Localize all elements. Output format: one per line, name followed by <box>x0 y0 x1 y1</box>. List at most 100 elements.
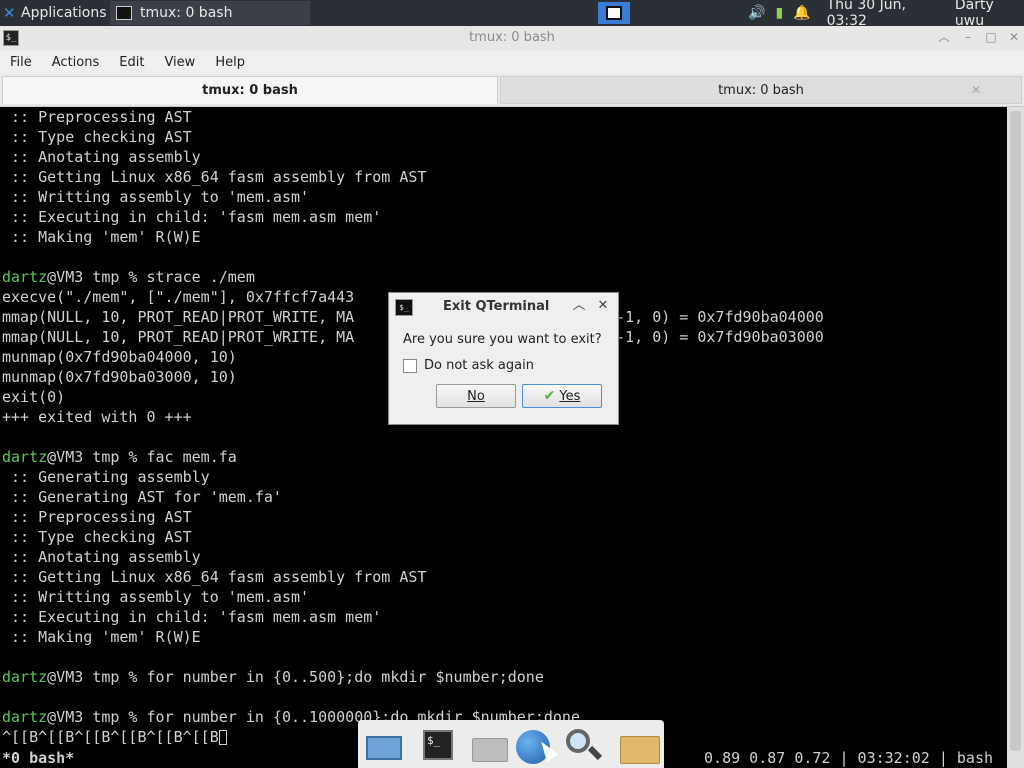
terminal-line: :: Writting assembly to 'mem.asm' <box>2 587 824 607</box>
volume-icon[interactable]: 🔊 <box>748 5 765 21</box>
maximize-button[interactable]: □ <box>983 29 999 45</box>
yes-button[interactable]: ✔ Yes <box>522 384 602 408</box>
tab-label: tmux: 0 bash <box>202 83 298 98</box>
folder-icon <box>620 736 660 764</box>
output-text: :: Making 'mem' R(W)E <box>2 228 201 246</box>
tab-1[interactable]: tmux: 0 bash <box>2 76 498 104</box>
menu-help[interactable]: Help <box>205 55 255 70</box>
terminal-line: :: Making 'mem' R(W)E <box>2 227 824 247</box>
terminal-icon: $_ <box>423 730 453 760</box>
output-text: :: Preprocessing AST <box>2 108 192 126</box>
terminal-line: :: Getting Linux x86_64 fasm assembly fr… <box>2 567 824 587</box>
user-name[interactable]: Darty uwu <box>955 0 1024 29</box>
applications-menu[interactable]: ✕ Applications <box>0 0 107 26</box>
terminal-icon: $_ <box>395 299 413 316</box>
terminal-line: dartz@VM3 tmp % strace ./mem <box>2 267 824 287</box>
xfce-logo-icon: ✕ <box>3 4 16 22</box>
prompt-command: @VM3 tmp % strace ./mem <box>47 268 255 286</box>
window-titlebar[interactable]: $_ tmux: 0 bash ︿ – □ ✕ <box>0 26 1024 51</box>
dock-item-desktop[interactable] <box>364 726 404 764</box>
terminal-output[interactable]: :: Preprocessing AST :: Type checking AS… <box>0 107 1007 768</box>
close-button[interactable]: ✕ <box>1006 29 1022 45</box>
output-text: +++ exited with 0 +++ <box>2 408 192 426</box>
yes-button-label: Yes <box>559 388 581 404</box>
output-text: :: Writting assembly to 'mem.asm' <box>2 188 310 206</box>
output-text: :: Type checking AST <box>2 528 192 546</box>
output-text: :: Getting Linux x86_64 fasm assembly fr… <box>2 568 427 586</box>
checkbox-box[interactable] <box>403 358 417 373</box>
menubar: File Actions Edit View Help <box>0 50 1024 74</box>
terminal-line: :: Anotating assembly <box>2 547 824 567</box>
search-icon <box>566 729 590 753</box>
output-text: :: Making 'mem' R(W)E <box>2 628 201 646</box>
output-text: :: Preprocessing AST <box>2 508 192 526</box>
checkbox-label: Do not ask again <box>424 358 534 373</box>
output-text: :: Getting Linux x86_64 fasm assembly fr… <box>2 168 427 186</box>
prompt-user: dartz <box>2 668 48 686</box>
tmux-window-name: *0 bash* <box>2 749 75 767</box>
minimize-button[interactable]: – <box>960 29 976 45</box>
output-text: exit(0) <box>2 388 66 406</box>
menu-edit[interactable]: Edit <box>109 55 154 70</box>
workspace-switcher[interactable] <box>598 2 630 24</box>
chevron-up-icon[interactable]: ︿ <box>571 298 587 314</box>
do-not-ask-checkbox[interactable]: Do not ask again <box>403 358 534 373</box>
battery-icon[interactable]: ▮ <box>775 5 783 21</box>
exit-dialog: $_ Exit QTerminal ︿ ✕ Are you sure you w… <box>388 292 619 425</box>
terminal-lines: :: Preprocessing AST :: Type checking AS… <box>2 107 824 747</box>
dialog-question: Are you sure you want to exit? <box>403 332 602 347</box>
scrollbar[interactable] <box>1007 107 1024 768</box>
no-button[interactable]: No <box>436 384 516 408</box>
terminal-line: :: Executing in child: 'fasm mem.asm mem… <box>2 207 824 227</box>
terminal-line: :: Preprocessing AST <box>2 507 824 527</box>
tab-2[interactable]: tmux: 0 bash ✕ <box>500 76 1022 104</box>
output-text: munmap(0x7fd90ba03000, 10) <box>2 368 237 386</box>
dock: $_ <box>358 720 664 768</box>
dock-item-files[interactable] <box>618 726 660 764</box>
clock[interactable]: Thu 30 Jun, 03:32 <box>827 0 945 29</box>
output-text: :: Anotating assembly <box>2 148 201 166</box>
output-text: :: Anotating assembly <box>2 548 201 566</box>
shade-button[interactable]: ︿ <box>936 29 952 45</box>
dock-item-terminal[interactable]: $_ <box>418 726 458 764</box>
terminal-line: :: Type checking AST <box>2 527 824 547</box>
output-text: :: Generating AST for 'mem.fa' <box>2 488 282 506</box>
terminal-cursor <box>218 730 227 745</box>
dock-item-home[interactable] <box>468 726 508 764</box>
system-tray: 🔊 ▮ 🔔 Thu 30 Jun, 03:32 Darty uwu <box>748 0 1024 29</box>
top-panel: ✕ Applications tmux: 0 bash 🔊 ▮ 🔔 Thu 30… <box>0 0 1024 29</box>
terminal-line: :: Generating assembly <box>2 467 824 487</box>
menu-view[interactable]: View <box>154 55 205 70</box>
terminal-line: :: Writting assembly to 'mem.asm' <box>2 187 824 207</box>
terminal-line: dartz@VM3 tmp % for number in {0..500};d… <box>2 667 824 687</box>
output-text: :: Executing in child: 'fasm mem.asm mem… <box>2 208 382 226</box>
taskbar-item-terminal[interactable]: tmux: 0 bash <box>110 1 310 25</box>
tab-label: tmux: 0 bash <box>718 82 804 98</box>
prompt-user: dartz <box>2 708 48 726</box>
terminal-line: dartz@VM3 tmp % fac mem.fa <box>2 447 824 467</box>
terminal-line: :: Getting Linux x86_64 fasm assembly fr… <box>2 167 824 187</box>
output-text: :: Executing in child: 'fasm mem.asm mem… <box>2 608 382 626</box>
output-text: execve("./mem", ["./mem"], 0x7ffcf7a443 <box>2 288 355 306</box>
tab-bar: tmux: 0 bash tmux: 0 bash ✕ <box>0 74 1024 107</box>
prompt-user: dartz <box>2 268 48 286</box>
terminal-line: :: Generating AST for 'mem.fa' <box>2 487 824 507</box>
dialog-titlebar[interactable]: $_ Exit QTerminal ︿ ✕ <box>389 293 618 321</box>
window-title: tmux: 0 bash <box>469 30 555 45</box>
dialog-close-button[interactable]: ✕ <box>595 298 611 314</box>
menu-actions[interactable]: Actions <box>42 55 110 70</box>
prompt-user: dartz <box>2 448 48 466</box>
prompt-command: @VM3 tmp % for number in {0..500};do mkd… <box>47 668 544 686</box>
desktop-icon <box>366 736 402 760</box>
scrollbar-thumb[interactable] <box>1010 111 1021 751</box>
tab-close-icon[interactable]: ✕ <box>971 83 981 97</box>
terminal-line: :: Type checking AST <box>2 127 824 147</box>
output-text: :: Type checking AST <box>2 128 192 146</box>
menu-file[interactable]: File <box>0 55 42 70</box>
dock-item-search[interactable] <box>564 726 604 764</box>
terminal-line: :: Making 'mem' R(W)E <box>2 627 824 647</box>
notification-bell-icon[interactable]: 🔔 <box>793 5 810 21</box>
search-handle <box>587 745 603 761</box>
